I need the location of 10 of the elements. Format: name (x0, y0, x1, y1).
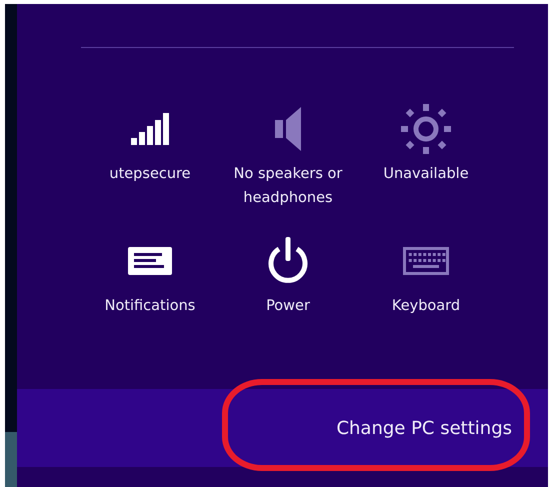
quick-setting-tile[interactable]: Power (219, 232, 357, 352)
quick-setting-tile[interactable]: Notifications (81, 232, 219, 352)
signal-bars-icon (131, 113, 169, 145)
speaker-icon (275, 107, 301, 151)
change-pc-settings-link[interactable]: Change PC settings (336, 418, 512, 438)
quick-setting-tile[interactable]: utepsecure (81, 100, 219, 220)
sun-icon (401, 104, 451, 154)
keyboard-icon (403, 247, 449, 275)
power-icon (267, 237, 309, 285)
message-icon (128, 247, 172, 275)
